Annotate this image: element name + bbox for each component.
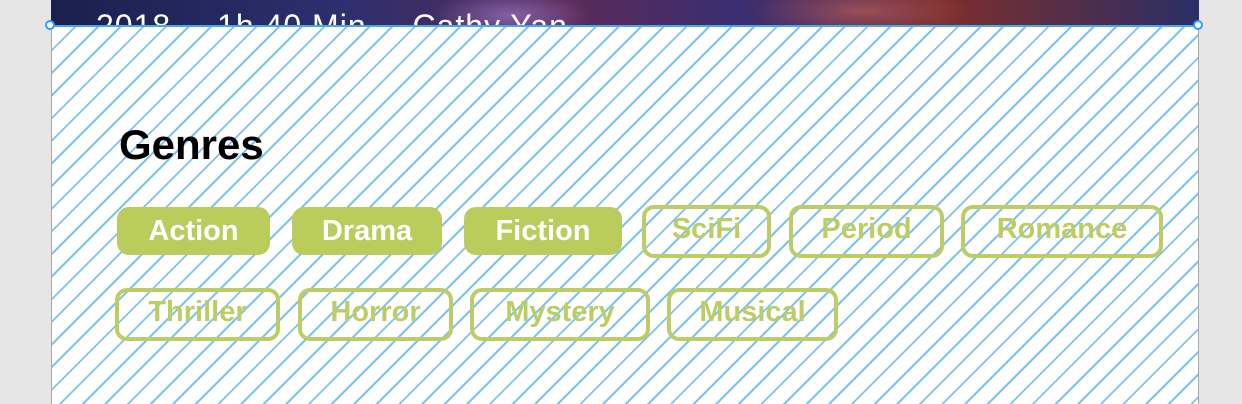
selection-edge [51,25,1199,27]
resize-handle-right[interactable] [1193,20,1203,30]
genre-chip-musical[interactable]: Musical [667,288,838,341]
genre-chip-scifi[interactable]: SciFi [642,205,771,258]
movie-poster: 2018 1h 40 Min Cathy Yan [51,0,1199,26]
movie-director: Cathy Yan [412,8,568,26]
movie-runtime: 1h 40 Min [217,8,367,26]
genre-chip-horror[interactable]: Horror [298,288,453,341]
genre-chip-fiction[interactable]: Fiction [464,207,622,255]
poster-glow [751,0,971,26]
genres-heading: Genres [119,121,264,168]
genre-chip-mystery[interactable]: Mystery [470,288,650,341]
genre-chip-action[interactable]: Action [117,207,270,255]
movie-year: 2018 [96,8,172,26]
resize-handle-left[interactable] [45,20,55,30]
design-canvas: 2018 1h 40 Min Cathy Yan Genres Action D… [0,0,1242,404]
genre-chip-thriller[interactable]: Thriller [115,288,280,341]
genre-chip-romance[interactable]: Romance [961,205,1163,258]
movie-meta: 2018 1h 40 Min Cathy Yan [96,10,604,26]
genre-chip-period[interactable]: Period [789,205,944,258]
genre-chip-drama[interactable]: Drama [292,207,442,255]
